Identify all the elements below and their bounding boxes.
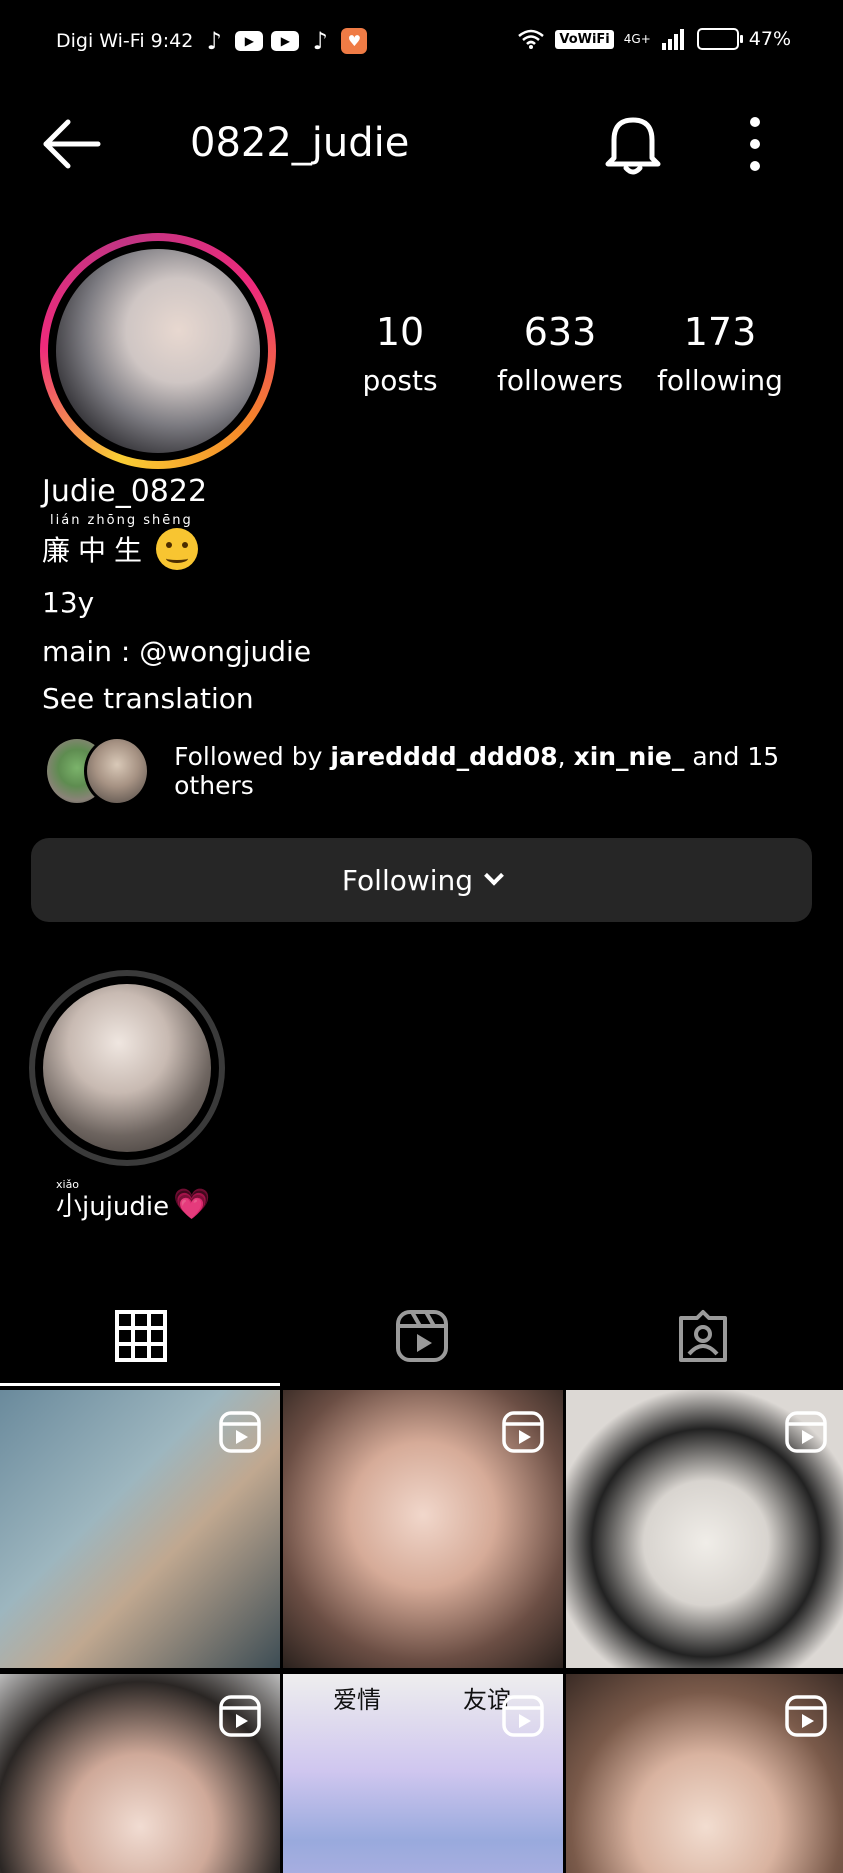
following-button-label: Following (341, 863, 474, 897)
carrier-time: Digi Wi-Fi 9:42 (56, 30, 194, 52)
reel-icon (502, 1695, 544, 1737)
see-translation-link[interactable]: See translation (42, 682, 742, 715)
youtube-icon: ▶ (271, 31, 300, 51)
mutual-user-2: xin_nie_ (573, 742, 685, 771)
bio-chinese-line: 廉中生 (42, 528, 742, 570)
highlight-cover (43, 984, 211, 1152)
profile-tabs (0, 1286, 843, 1386)
posts-label: posts (362, 364, 438, 397)
following-stat[interactable]: 173 following (640, 310, 800, 397)
avatar-image (56, 249, 260, 453)
battery-percent: 47% (748, 28, 791, 50)
bio-chinese: 廉中生 (42, 534, 151, 567)
posts-stat[interactable]: 10 posts (320, 310, 480, 397)
more-vertical-icon[interactable] (740, 114, 770, 174)
post-thumbnail[interactable] (566, 1674, 843, 1873)
wifi-icon (518, 29, 545, 49)
status-right: VoWiFi 4G+ 47% (517, 28, 791, 50)
vowifi-badge: VoWiFi (555, 29, 614, 49)
reels-icon (395, 1310, 448, 1362)
post-caption-left: 爱情 (333, 1686, 381, 1714)
display-name: Judie_0822 (42, 474, 208, 509)
followers-count: 633 (523, 310, 597, 354)
post-thumbnail[interactable] (566, 1390, 843, 1668)
post-thumbnail[interactable] (0, 1674, 280, 1873)
network-type: 4G+ (623, 32, 651, 46)
tiktok-icon: ♪ (312, 27, 328, 55)
followers-stat[interactable]: 633 followers (480, 310, 640, 397)
tab-posts-grid[interactable] (0, 1286, 281, 1386)
followed-by-row[interactable]: Followed by jaredddd_ddd08, xin_nie_ and… (44, 736, 824, 806)
tiktok-icon: ♪ (206, 27, 222, 55)
followed-by-text: Followed by jaredddd_ddd08, xin_nie_ and… (174, 742, 824, 800)
profile-stats: 10 posts 633 followers 173 following (320, 310, 800, 397)
chevron-down-icon (484, 865, 504, 886)
tagged-icon (678, 1310, 727, 1362)
following-button[interactable]: Following (31, 838, 812, 922)
bio-pinyin: lián zhōng shēng (50, 513, 193, 528)
mutual-user-1: jaredddd_ddd08 (330, 742, 558, 771)
mutual-follower-avatar (84, 736, 151, 806)
profile-avatar[interactable] (40, 233, 276, 469)
post-thumbnail[interactable]: 爱情 友谊 (283, 1674, 563, 1873)
bio-age: 13y (42, 586, 95, 619)
reel-icon (785, 1695, 827, 1737)
signal-icon (661, 29, 684, 50)
post-thumbnail[interactable] (0, 1390, 280, 1668)
post-thumbnail[interactable] (283, 1390, 563, 1668)
reel-icon (785, 1411, 827, 1453)
back-arrow-icon[interactable] (40, 114, 104, 174)
profile-header: 0822_judie (0, 100, 843, 190)
following-count: 173 (683, 310, 757, 354)
bell-icon[interactable] (600, 108, 666, 178)
followed-by-separator: , (557, 742, 574, 771)
following-label: following (657, 364, 783, 397)
grid-icon (114, 1310, 167, 1362)
holding-back-tears-emoji-icon (156, 528, 199, 570)
followers-label: followers (497, 364, 623, 397)
tab-tagged[interactable] (562, 1286, 843, 1386)
posts-count: 10 (375, 310, 425, 354)
tab-reels[interactable] (281, 1286, 562, 1386)
profile-bio: Judie_0822 lián zhōng shēng 廉中生 13y main… (42, 474, 742, 715)
battery-icon (696, 28, 743, 50)
youtube-icon: ▶ (235, 31, 264, 51)
heart-emoji-icon: 💗 (173, 1187, 211, 1222)
app-notification-icon: ♥ (341, 28, 368, 54)
reel-icon (502, 1411, 544, 1453)
bio-main-account[interactable]: main : @wongjudie (42, 635, 742, 668)
status-left: Digi Wi-Fi 9:42 ♪ ▶ ▶ ♪ ♥ (56, 27, 368, 55)
reel-icon (219, 1695, 261, 1737)
profile-username-title: 0822_judie (190, 120, 410, 166)
highlight-label: 小jujudie 💗 (56, 1186, 211, 1223)
posts-grid: 爱情 友谊 (0, 1390, 843, 1873)
followed-by-prefix: Followed by (174, 742, 331, 771)
reel-icon (219, 1411, 261, 1453)
story-highlight[interactable] (29, 970, 225, 1166)
highlight-label-text: 小jujudie (56, 1192, 170, 1222)
status-bar: Digi Wi-Fi 9:42 ♪ ▶ ▶ ♪ ♥ VoWiFi 4G+ 47% (0, 0, 843, 84)
